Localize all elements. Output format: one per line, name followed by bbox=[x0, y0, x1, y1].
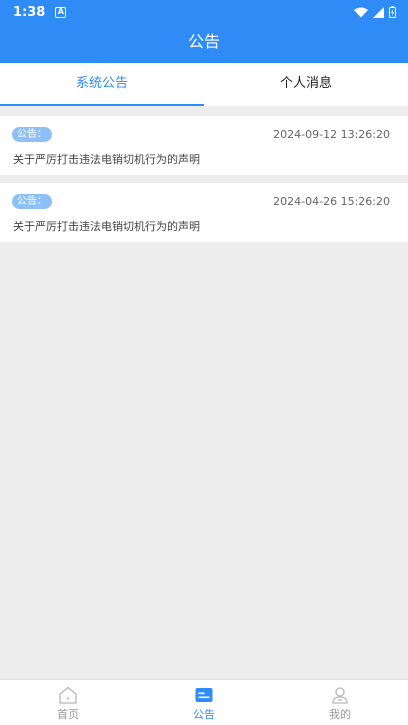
nav-notices[interactable]: 公告 bbox=[136, 680, 272, 725]
nav-profile-label: 我的 bbox=[329, 708, 351, 721]
home-icon bbox=[59, 686, 77, 704]
notice-item[interactable]: 公告： 2024-09-12 13:26:20 关于严厉打击违法电销切机行为的声… bbox=[0, 116, 408, 175]
notice-title: 关于严厉打击违法电销切机行为的声明 bbox=[13, 153, 200, 166]
notice-badge: 公告： bbox=[12, 194, 52, 209]
bottom-navigation: 首页 公告 我的 bbox=[0, 679, 408, 725]
tab-system-notices[interactable]: 系统公告 bbox=[0, 63, 204, 106]
notice-item[interactable]: 公告： 2024-04-26 15:26:20 关于严厉打击违法电销切机行为的声… bbox=[0, 183, 408, 242]
notice-list: 公告： 2024-09-12 13:26:20 关于严厉打击违法电销切机行为的声… bbox=[0, 116, 408, 250]
battery-icon bbox=[389, 6, 396, 18]
notice-badge: 公告： bbox=[12, 127, 52, 142]
nav-profile[interactable]: 我的 bbox=[272, 680, 408, 725]
notice-date: 2024-09-12 13:26:20 bbox=[273, 128, 390, 141]
status-icons bbox=[354, 6, 396, 18]
notice-icon bbox=[195, 688, 213, 702]
page-title: 公告 bbox=[0, 24, 408, 63]
tab-bar: 系统公告 个人消息 bbox=[0, 63, 408, 106]
signal-icon bbox=[373, 6, 384, 18]
nav-home[interactable]: 首页 bbox=[0, 680, 136, 725]
status-bar: 1:38 A bbox=[0, 0, 408, 24]
wifi-icon bbox=[354, 7, 368, 17]
status-time: 1:38 bbox=[13, 4, 46, 20]
app-notification-icon: A bbox=[55, 6, 67, 18]
notice-date: 2024-04-26 15:26:20 bbox=[273, 195, 390, 208]
profile-icon bbox=[332, 687, 348, 704]
nav-notices-label: 公告 bbox=[193, 708, 215, 721]
notice-title: 关于严厉打击违法电销切机行为的声明 bbox=[13, 220, 200, 233]
tab-personal-messages[interactable]: 个人消息 bbox=[204, 63, 408, 106]
nav-home-label: 首页 bbox=[57, 708, 79, 721]
